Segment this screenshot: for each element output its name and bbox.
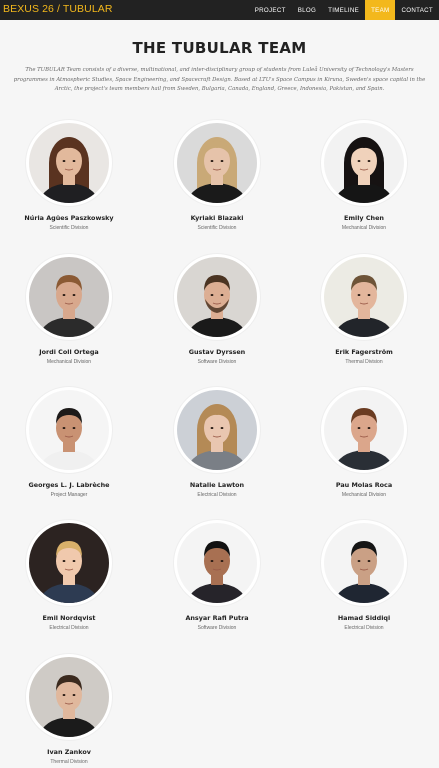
member-photo — [26, 387, 112, 473]
nav-team[interactable]: TEAM — [365, 0, 396, 20]
page-title: THE TUBULAR TEAM — [132, 39, 307, 57]
member-division: Electrical Division — [197, 492, 237, 498]
member-photo — [174, 387, 260, 473]
member-division: Project Manager — [50, 492, 88, 498]
nav-project[interactable]: PROJECT — [249, 0, 292, 20]
member-photo — [321, 520, 407, 606]
portrait-illustration — [324, 257, 404, 337]
member-photo-frame — [29, 390, 109, 470]
portrait-illustration — [177, 390, 257, 470]
member-photo — [321, 254, 407, 340]
member-division: Electrical Division — [49, 625, 89, 631]
team-member-card: Jordi Coll Ortega Mechanical Division — [9, 254, 129, 365]
portrait-illustration — [29, 523, 109, 603]
nav-timeline[interactable]: TIMELINE — [322, 0, 365, 20]
member-photo-frame — [29, 657, 109, 737]
team-member-card: Erik Fagerström Thermal Division — [304, 254, 424, 365]
member-photo — [26, 254, 112, 340]
member-division: Mechanical Division — [46, 359, 92, 365]
member-photo — [26, 120, 112, 206]
portrait-illustration — [177, 523, 257, 603]
nav-menu: PROJECT BLOG TIMELINE TEAM CONTACT — [249, 0, 439, 20]
member-name: Hamad Siddiqi — [337, 614, 391, 622]
member-photo-frame — [324, 257, 404, 337]
member-division: Software Division — [197, 625, 237, 631]
navbar: BEXUS 26 / TUBULAR PROJECT BLOG TIMELINE… — [0, 0, 439, 20]
portrait-illustration — [324, 123, 404, 203]
member-name: Ansyar Rafi Putra — [185, 614, 249, 622]
nav-blog[interactable]: BLOG — [292, 0, 322, 20]
member-photo-frame — [29, 123, 109, 203]
member-division: Scientific Division — [197, 225, 237, 231]
member-division: Mechanical Division — [341, 492, 387, 498]
team-member-card: Natalie Lawton Electrical Division — [157, 387, 277, 498]
nav-contact[interactable]: CONTACT — [395, 0, 439, 20]
member-photo-frame — [177, 390, 257, 470]
portrait-illustration — [29, 390, 109, 470]
member-name: Ivan Zankov — [47, 748, 91, 756]
member-name: Erik Fagerström — [335, 348, 393, 356]
member-name: Jordi Coll Ortega — [39, 348, 99, 356]
team-member-card: Pau Molas Roca Mechanical Division — [304, 387, 424, 498]
member-name: Núria Agües Paszkowsky — [24, 214, 114, 222]
member-name: Gustav Dyrssen — [188, 348, 246, 356]
member-photo-frame — [177, 257, 257, 337]
portrait-illustration — [324, 390, 404, 470]
member-name: Pau Molas Roca — [335, 481, 393, 489]
member-division: Scientific Division — [49, 225, 89, 231]
member-photo — [26, 654, 112, 740]
member-photo-frame — [324, 523, 404, 603]
member-photo — [174, 254, 260, 340]
team-member-card: Ivan Zankov Thermal Division — [9, 654, 129, 765]
member-name: Georges L. J. Labrèche — [28, 481, 110, 489]
team-member-card: Ansyar Rafi Putra Software Division — [157, 520, 277, 631]
member-photo — [26, 520, 112, 606]
team-member-card: Núria Agües Paszkowsky Scientific Divisio… — [9, 120, 129, 231]
member-photo-frame — [177, 123, 257, 203]
team-member-card: Emily Chen Mechanical Division — [304, 120, 424, 231]
member-photo-frame — [29, 257, 109, 337]
member-photo-frame — [324, 390, 404, 470]
portrait-illustration — [177, 123, 257, 203]
team-member-card: Gustav Dyrssen Software Division — [157, 254, 277, 365]
member-photo — [321, 387, 407, 473]
team-member-card: Emil Nordqvist Electrical Division — [9, 520, 129, 631]
portrait-illustration — [324, 523, 404, 603]
team-member-card: Hamad Siddiqi Electrical Division — [304, 520, 424, 631]
member-photo-frame — [177, 523, 257, 603]
portrait-illustration — [29, 657, 109, 737]
team-member-card: Kyriaki Blazaki Scientific Division — [157, 120, 277, 231]
member-photo — [174, 520, 260, 606]
member-name: Kyriaki Blazaki — [190, 214, 244, 222]
portrait-illustration — [29, 257, 109, 337]
member-photo — [321, 120, 407, 206]
portrait-illustration — [177, 257, 257, 337]
member-name: Emily Chen — [344, 214, 384, 222]
member-division: Mechanical Division — [341, 225, 387, 231]
member-photo-frame — [324, 123, 404, 203]
team-member-card: Georges L. J. Labrèche Project Manager — [9, 387, 129, 498]
portrait-illustration — [29, 123, 109, 203]
brand-link[interactable]: BEXUS 26 / TUBULAR — [3, 3, 113, 15]
member-division: Software Division — [197, 359, 237, 365]
member-photo-frame — [29, 523, 109, 603]
member-photo — [174, 120, 260, 206]
member-division: Thermal Division — [345, 359, 383, 365]
intro-paragraph: The TUBULAR Team consists of a diverse, … — [13, 67, 426, 92]
member-name: Natalie Lawton — [189, 481, 245, 489]
member-division: Thermal Division — [50, 759, 88, 765]
member-division: Electrical Division — [344, 625, 384, 631]
member-name: Emil Nordqvist — [42, 614, 96, 622]
